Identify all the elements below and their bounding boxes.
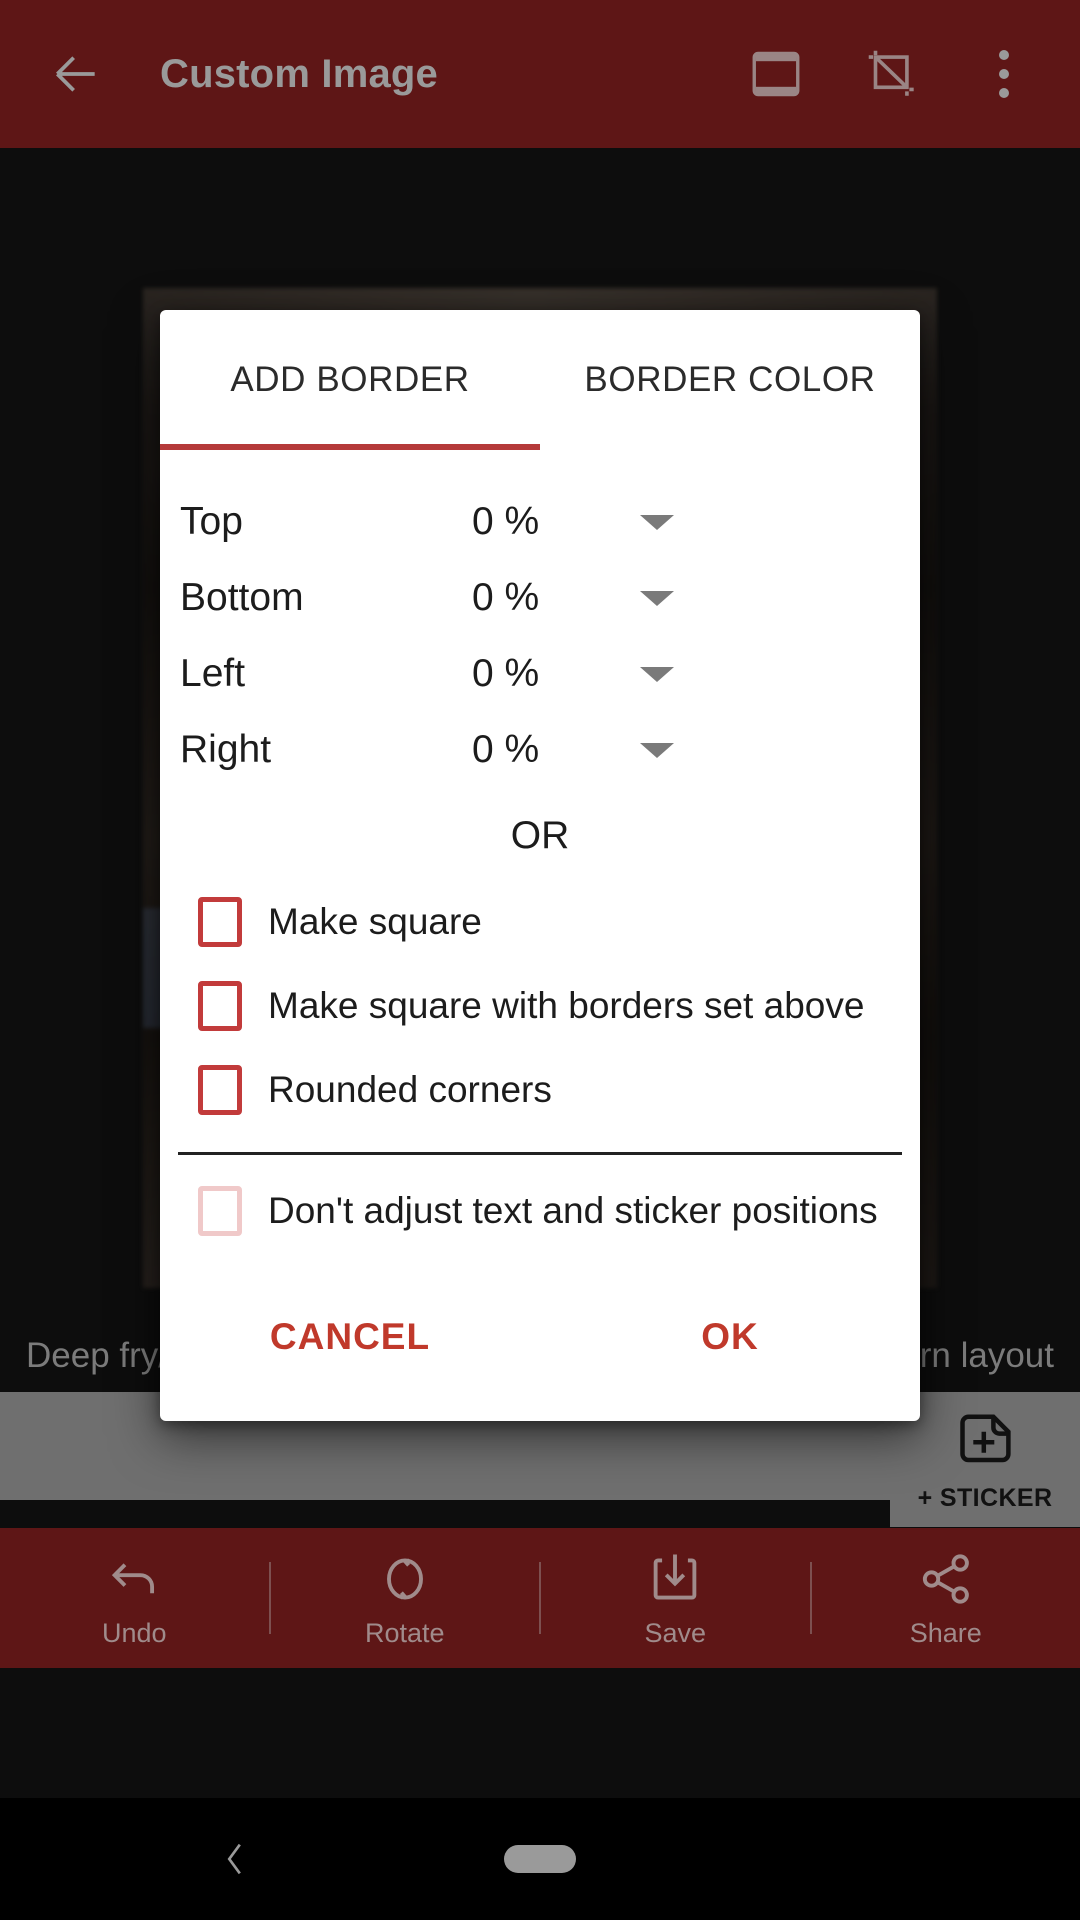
chevron-down-icon	[640, 590, 674, 606]
border-left-value: 0 %	[472, 652, 540, 695]
tab-add-border[interactable]: ADD BORDER	[160, 310, 540, 450]
chevron-down-icon	[640, 514, 674, 530]
border-top-value: 0 %	[472, 500, 540, 543]
tab-border-color[interactable]: BORDER COLOR	[540, 310, 920, 450]
tab-border-color-label: BORDER COLOR	[584, 360, 876, 399]
chevron-down-icon	[640, 666, 674, 682]
nav-home-pill-icon[interactable]	[504, 1845, 576, 1873]
nav-back-button[interactable]	[200, 1824, 270, 1894]
border-left-label: Left	[180, 652, 246, 695]
nav-back-chevron-icon	[227, 1843, 241, 1875]
border-right-dropdown[interactable]	[622, 742, 692, 758]
border-row-right[interactable]: Right 0 %	[178, 712, 902, 788]
dont-adjust-positions-label: Don't adjust text and sticker positions	[268, 1190, 878, 1231]
android-navigation-bar	[0, 1798, 1080, 1920]
border-right-label: Right	[180, 728, 272, 771]
dialog-actions: CANCEL OK	[160, 1253, 920, 1421]
dont-adjust-positions-checkbox[interactable]	[198, 1186, 242, 1236]
tab-add-border-label: ADD BORDER	[230, 360, 470, 399]
border-right-value: 0 %	[472, 728, 540, 771]
dialog-body: Top 0 % Bottom 0 % Left 0 % Right 0 % OR…	[160, 450, 920, 1253]
make-square-checkbox[interactable]	[198, 897, 242, 947]
make-square-with-borders-label: Make square with borders set above	[268, 985, 865, 1026]
border-row-left[interactable]: Left 0 %	[178, 636, 902, 712]
border-top-dropdown[interactable]	[622, 514, 692, 530]
app-screen: Custom Image Deep fry/ rn layout + STICK…	[0, 0, 1080, 1920]
border-bottom-dropdown[interactable]	[622, 590, 692, 606]
checkbox-row-make-square-with-borders[interactable]: Make square with borders set above	[178, 964, 902, 1048]
add-border-dialog: ADD BORDER BORDER COLOR Top 0 % Bottom 0…	[160, 310, 920, 1421]
checkbox-row-rounded-corners[interactable]: Rounded corners	[178, 1048, 902, 1132]
border-row-top[interactable]: Top 0 %	[178, 484, 902, 560]
make-square-label: Make square	[268, 901, 482, 942]
rounded-corners-label: Rounded corners	[268, 1069, 552, 1110]
border-bottom-label: Bottom	[180, 576, 304, 619]
checkbox-row-dont-adjust[interactable]: Don't adjust text and sticker positions	[178, 1169, 902, 1253]
ok-button[interactable]: OK	[540, 1316, 920, 1358]
dialog-tabs: ADD BORDER BORDER COLOR	[160, 310, 920, 450]
dialog-divider	[178, 1152, 902, 1155]
make-square-with-borders-checkbox[interactable]	[198, 981, 242, 1031]
cancel-button[interactable]: CANCEL	[160, 1316, 540, 1358]
or-separator-label: OR	[510, 814, 570, 857]
checkbox-row-make-square[interactable]: Make square	[178, 880, 902, 964]
border-bottom-value: 0 %	[472, 576, 540, 619]
chevron-down-icon	[640, 742, 674, 758]
border-row-bottom[interactable]: Bottom 0 %	[178, 560, 902, 636]
rounded-corners-checkbox[interactable]	[198, 1065, 242, 1115]
border-left-dropdown[interactable]	[622, 666, 692, 682]
border-top-label: Top	[180, 500, 243, 543]
